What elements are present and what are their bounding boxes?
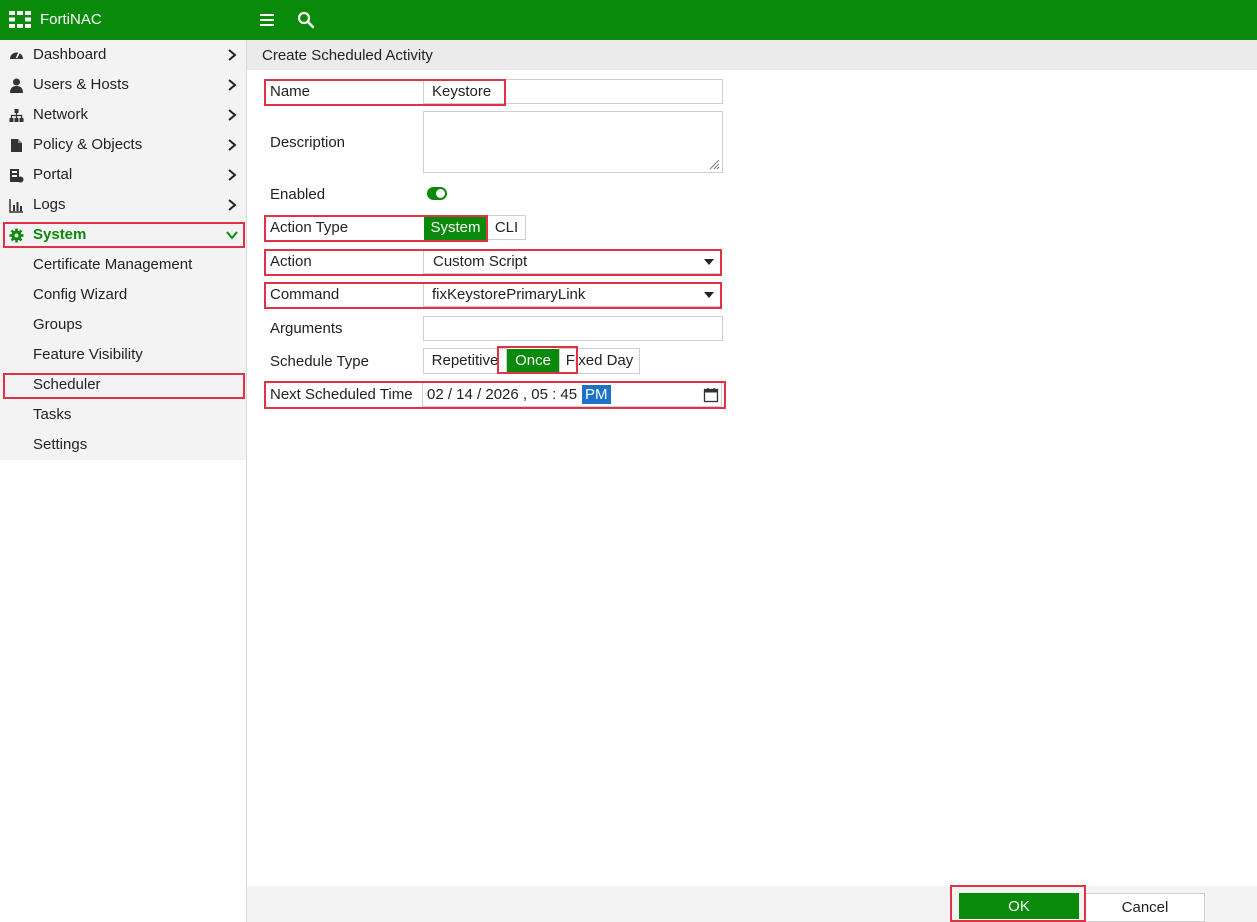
sidebar-subitem-tasks[interactable]: Tasks [0,400,246,430]
sidebar-subitem-label: Settings [33,436,88,453]
content-header: Create Scheduled Activity [247,40,1257,70]
chevron-down-icon [704,292,714,298]
sidebar-item-dashboard[interactable]: Dashboard [0,40,246,70]
sidebar-item-label: Logs [33,196,66,213]
arguments-input[interactable] [423,316,723,341]
sidebar-item-logs[interactable]: Logs [0,190,246,220]
resize-handle-icon[interactable] [708,158,720,170]
search-icon[interactable] [297,11,315,29]
action-select[interactable]: Custom Script [423,249,721,274]
sidebar-subitem-groups[interactable]: Groups [0,310,246,340]
enabled-label: Enabled [270,186,326,203]
sidebar-item-label: Users & Hosts [33,76,129,93]
sidebar-subitem-label: Groups [33,316,83,333]
top-bar: FortiNAC [0,0,1257,40]
fortinet-grid-icon [9,11,31,28]
schedule-type-once[interactable]: Once [507,349,559,373]
chevron-right-icon [228,79,237,91]
portal-icon [10,169,24,183]
command-select-value: fixKeystorePrimaryLink [432,286,586,303]
chevron-down-icon [704,259,714,265]
action-select-value: Custom Script [433,253,528,270]
gear-icon [9,228,24,243]
arguments-label: Arguments [270,320,343,337]
name-label: Name [270,83,311,100]
next-scheduled-time-label: Next Scheduled Time [270,386,413,403]
sidebar-subitem-scheduler[interactable]: Scheduler [0,370,246,400]
description-textarea[interactable] [423,111,723,173]
sidebar-item-system[interactable]: System [0,220,246,250]
next-scheduled-time-input[interactable]: 02 / 14 / 2026 , 05 : 45 PM [422,382,722,407]
user-icon [10,78,23,93]
schedule-type-fixed-day[interactable]: Fixed Day [559,348,640,374]
hamburger-icon[interactable] [259,12,275,28]
command-label: Command [270,286,340,303]
sidebar-item-label: System [33,226,87,243]
chevron-right-icon [228,139,237,151]
dashboard-gauge-icon [10,52,23,59]
chevron-right-icon [228,169,237,181]
network-tree-icon [9,109,24,122]
name-input[interactable] [423,79,723,104]
sidebar: Dashboard Users & Hosts Network Policy &… [0,40,247,922]
sidebar-subitem-label: Tasks [33,406,72,423]
sidebar-subitem-label: Config Wizard [33,286,128,303]
schedule-type-repetitive[interactable]: Repetitive [423,348,507,374]
sidebar-subitem-certificate-management[interactable]: Certificate Management [0,250,246,280]
action-type-cli[interactable]: CLI [487,215,526,240]
sidebar-subitem-label: Certificate Management [33,256,193,273]
sidebar-item-label: Policy & Objects [33,136,143,153]
sidebar-item-users-hosts[interactable]: Users & Hosts [0,70,246,100]
calendar-icon[interactable] [703,387,719,403]
date-time-value: 02 / 14 / 2026 , 05 : 45 [427,386,578,403]
page-title: Create Scheduled Activity [262,47,433,64]
cancel-button[interactable]: Cancel [1085,893,1205,922]
ok-button[interactable]: OK [959,893,1079,919]
sidebar-item-network[interactable]: Network [0,100,246,130]
sidebar-item-label: Dashboard [33,46,107,63]
sidebar-subitem-config-wizard[interactable]: Config Wizard [0,280,246,310]
chevron-down-icon [226,231,238,240]
schedule-type-label: Schedule Type [270,353,369,370]
sidebar-subitem-label: Feature Visibility [33,346,143,363]
command-select[interactable]: fixKeystorePrimaryLink [423,282,721,307]
toggle-knob [436,189,445,198]
chevron-right-icon [228,49,237,61]
action-type-system[interactable]: System [424,216,487,240]
chevron-right-icon [228,199,237,211]
chevron-right-icon [228,109,237,121]
sidebar-item-label: Portal [33,166,73,183]
sidebar-subitem-settings[interactable]: Settings [0,430,246,460]
ampm-segment[interactable]: PM [582,385,611,404]
sidebar-subitem-feature-visibility[interactable]: Feature Visibility [0,340,246,370]
app-title: FortiNAC [40,11,102,28]
action-label: Action [270,253,312,270]
sidebar-item-policy-objects[interactable]: Policy & Objects [0,130,246,160]
policy-document-icon [11,139,22,152]
description-label: Description [270,134,346,151]
sidebar-item-label: Network [33,106,89,123]
sidebar-item-portal[interactable]: Portal [0,160,246,190]
bar-chart-icon [9,199,23,213]
sidebar-subitem-label: Scheduler [33,376,101,393]
action-type-label: Action Type [270,219,349,236]
enabled-toggle[interactable] [427,187,447,200]
